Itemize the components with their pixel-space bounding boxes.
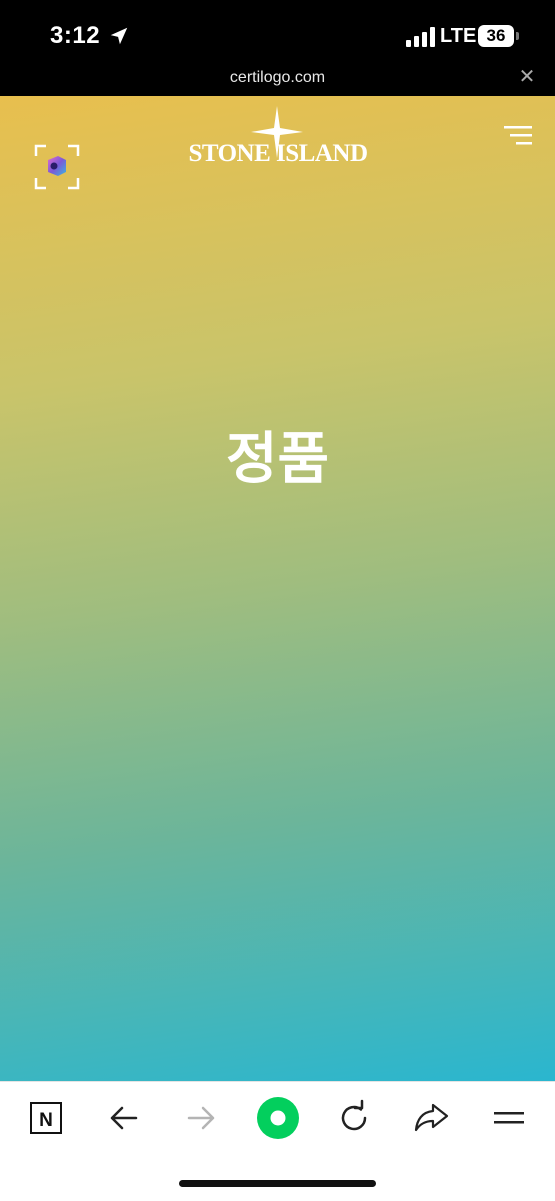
naver-n-icon[interactable]: N	[24, 1096, 68, 1140]
menu-icon[interactable]	[502, 124, 534, 148]
url-text[interactable]: certilogo.com	[0, 69, 555, 87]
share-icon[interactable]	[409, 1096, 453, 1140]
battery-indicator: 36	[478, 25, 514, 47]
battery-nub	[516, 32, 519, 40]
location-arrow-icon	[110, 27, 128, 45]
page-content: STONE ISLAND 정품	[0, 96, 555, 1081]
status-time: 3:12	[50, 22, 101, 49]
stone-island-logo[interactable]: STONE ISLAND	[188, 106, 368, 172]
authenticity-result-text: 정품	[225, 427, 330, 492]
home-indicator	[179, 1180, 376, 1187]
logo-text: STONE ISLAND	[188, 140, 368, 167]
network-type: LTE	[440, 25, 477, 47]
green-home-icon[interactable]	[256, 1096, 300, 1140]
cellular-signal-icon	[406, 27, 435, 47]
reload-icon[interactable]	[332, 1096, 376, 1140]
menu-icon[interactable]	[487, 1096, 531, 1140]
naver-n-label: N	[39, 1110, 53, 1131]
status-bar: 3:12 LTE 36	[0, 0, 555, 62]
close-icon[interactable]: ✕	[516, 66, 538, 88]
scan-icon[interactable]	[34, 144, 80, 190]
browser-url-bar: certilogo.com ✕	[0, 62, 555, 96]
back-arrow-icon[interactable]	[102, 1096, 146, 1140]
forward-arrow-icon[interactable]	[179, 1096, 223, 1140]
